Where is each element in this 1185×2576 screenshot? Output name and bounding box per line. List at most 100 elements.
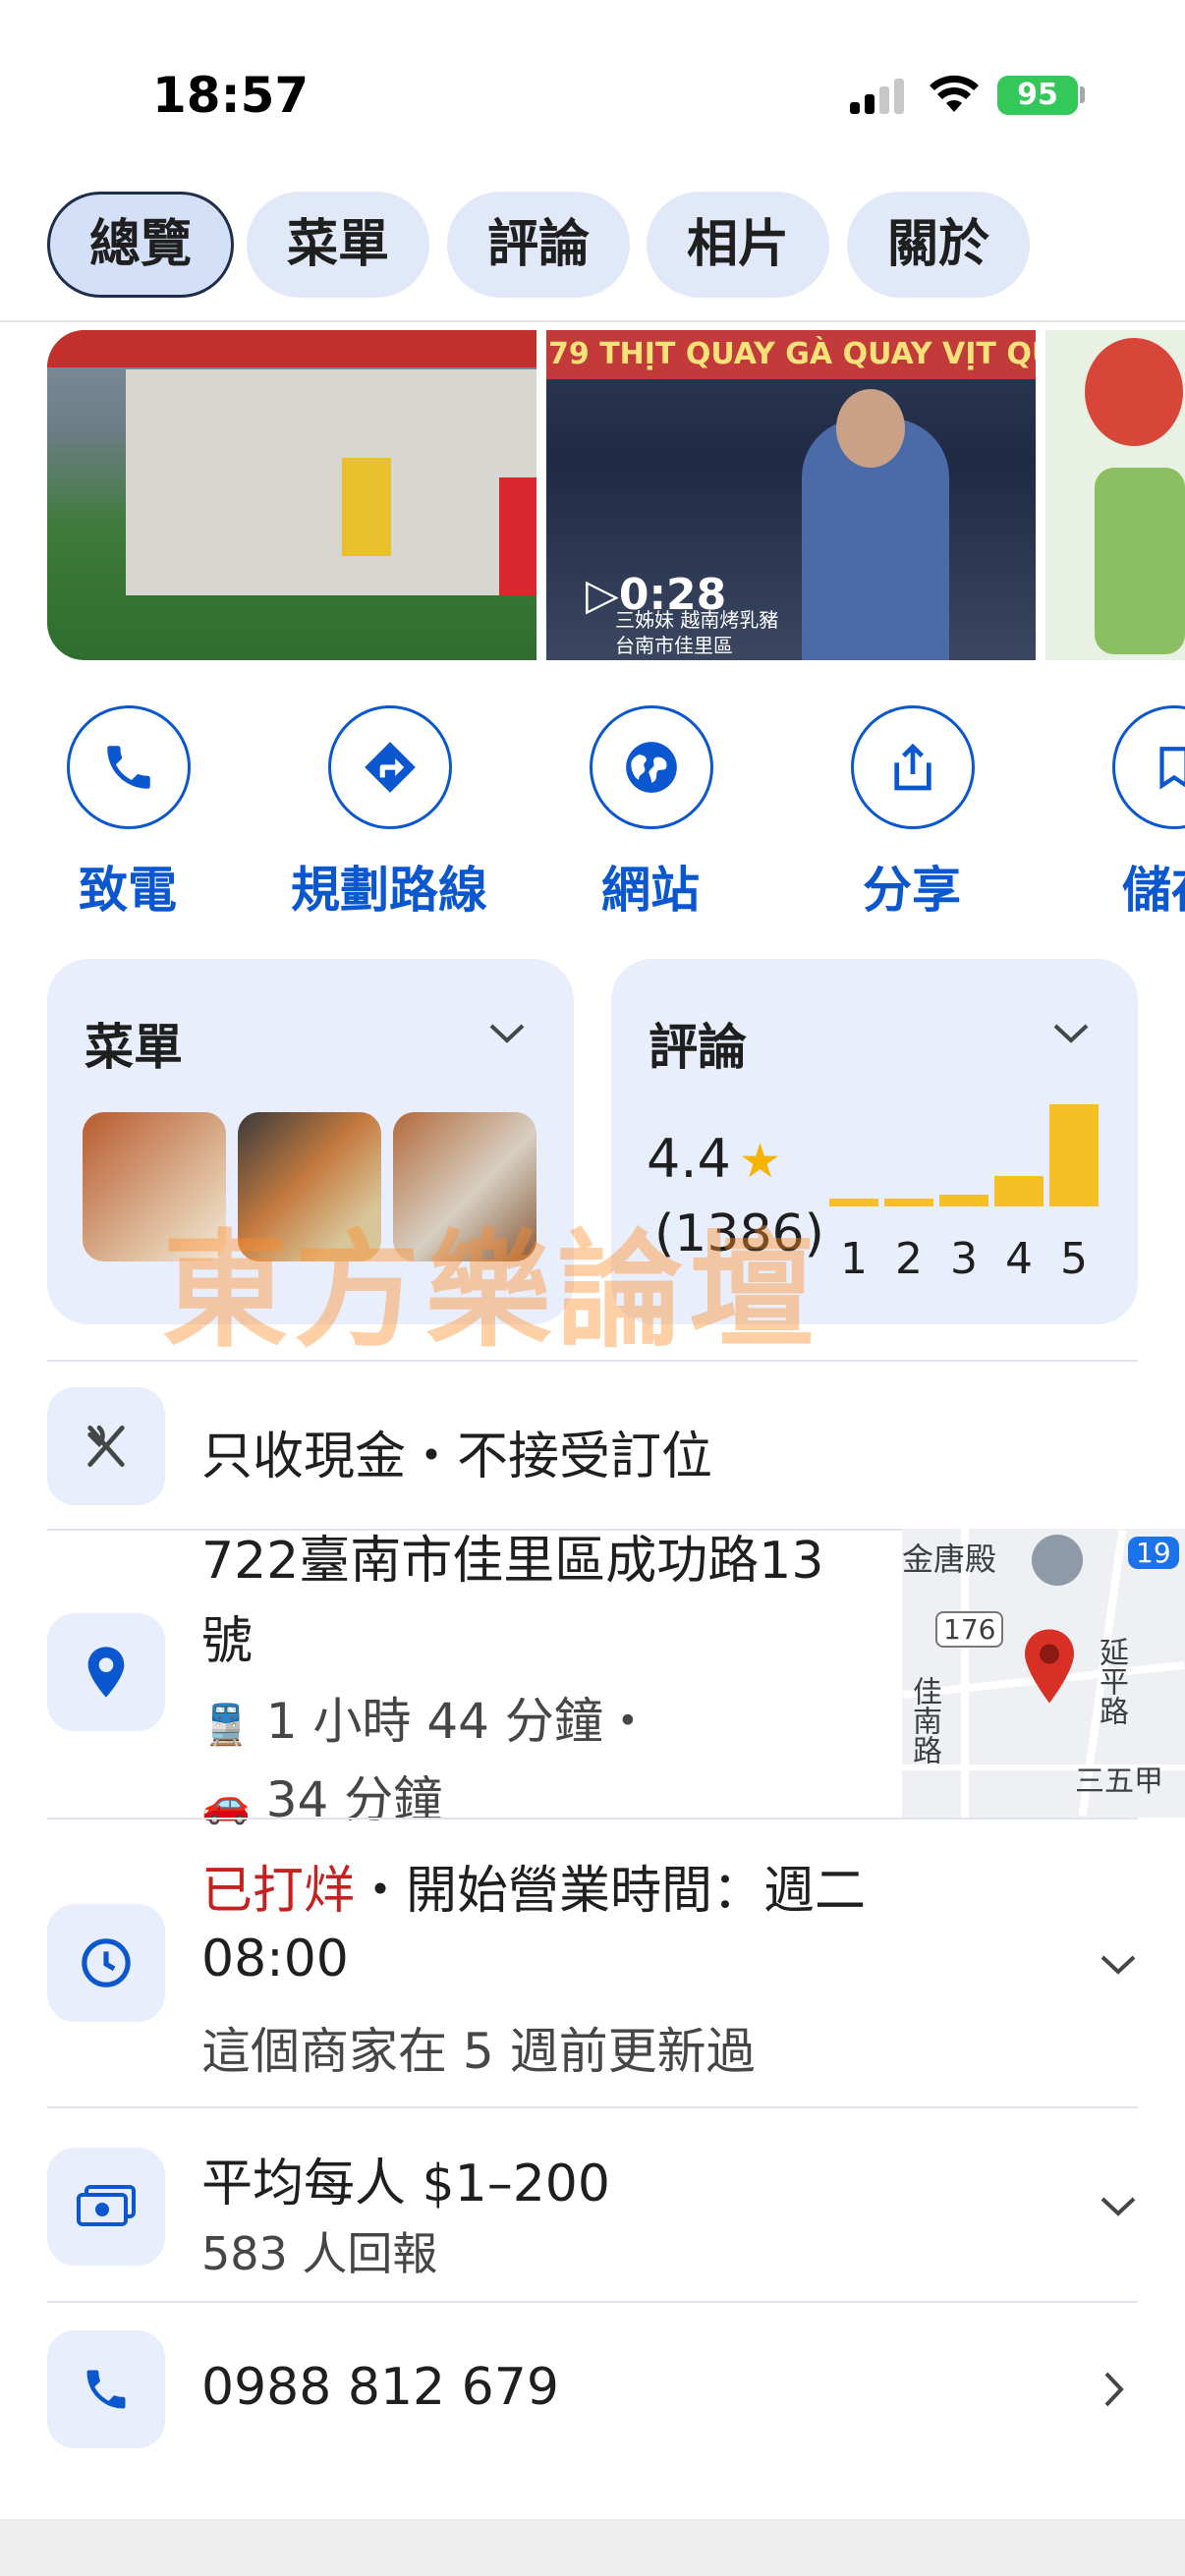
- chevron-down-icon[interactable]: [487, 1022, 527, 1045]
- chevron-right-icon[interactable]: [1102, 2370, 1126, 2409]
- share-label: 分享: [863, 862, 961, 919]
- transit-time: 🚆 1 小時 44 分鐘・: [201, 1682, 652, 1753]
- hours-next-open: ・開始營業時間：週二: [355, 1862, 867, 1921]
- train-icon: 🚆: [201, 1703, 251, 1748]
- hours-status-line[interactable]: 已打烊・開始營業時間：週二: [201, 1849, 866, 1923]
- storefront-photo[interactable]: [47, 330, 536, 660]
- red-sign: [499, 477, 536, 595]
- tab-reviews[interactable]: 評論: [447, 192, 630, 298]
- save-label: 儲存: [1122, 862, 1185, 919]
- transit-duration: 1 小時 44 分鐘・: [265, 1693, 652, 1750]
- drive-time: 🚗 34 分鐘: [201, 1761, 442, 1831]
- rating-bar-3: [939, 1195, 988, 1206]
- video-caption-line2: 台南市佳里區: [615, 634, 733, 657]
- phone-icon: [47, 2330, 165, 2448]
- battery-icon: 95: [997, 76, 1078, 115]
- cucumber-slices: [1095, 468, 1185, 654]
- globe-icon: [590, 705, 713, 829]
- website-button[interactable]: 網站: [552, 705, 749, 922]
- phone-number[interactable]: 0988 812 679: [201, 2358, 559, 2417]
- bottom-separator: [0, 2519, 1185, 2576]
- directions-button[interactable]: 規劃路線: [291, 705, 487, 922]
- hours-time: 08:00: [201, 1930, 349, 1988]
- directions-label: 規劃路線: [291, 862, 487, 919]
- clock-icon: [47, 1904, 165, 2022]
- car-icon: 🚗: [201, 1781, 251, 1826]
- rating-label-3: 3: [950, 1234, 978, 1284]
- status-time: 18:57: [152, 67, 310, 124]
- tab-bar: 總覽 菜單 評論 相片 關於: [47, 192, 1185, 300]
- temple-icon: [1032, 1535, 1083, 1586]
- share-button[interactable]: 分享: [814, 705, 1010, 922]
- divider: [47, 1818, 1138, 1820]
- address-line1[interactable]: 722臺南市佳里區成功路13: [201, 1519, 823, 1593]
- video-caption: 三姊妹 越南烤乳豬 台南市佳里區: [615, 607, 778, 658]
- website-label: 網站: [601, 862, 700, 919]
- divider: [47, 2301, 1138, 2303]
- video-caption-line1: 三姊妹 越南烤乳豬: [615, 608, 779, 632]
- rating-label-4: 4: [1005, 1234, 1033, 1284]
- address-line2[interactable]: 號: [201, 1599, 253, 1673]
- video-thumbnail[interactable]: 79 THỊT QUAY GÀ QUAY VỊT QUA ▷0:28 三姊妹 越…: [546, 330, 1036, 660]
- yellow-sign: [342, 458, 391, 556]
- location-pin-icon: [47, 1613, 165, 1731]
- rating-label-2: 2: [895, 1234, 923, 1284]
- divider: [47, 1360, 1138, 1362]
- chevron-down-icon[interactable]: [1099, 2195, 1138, 2218]
- map-label-route: 176: [935, 1611, 1004, 1648]
- price-range: 平均每人 $1–200: [201, 2155, 610, 2213]
- tab-about[interactable]: 關於: [847, 192, 1030, 298]
- map-label-road2: 佳南路: [907, 1676, 941, 1764]
- photo-carousel[interactable]: 79 THỊT QUAY GÀ QUAY VỊT QUA ▷0:28 三姊妹 越…: [47, 330, 1185, 660]
- status-bar: 18:57 95: [0, 0, 1185, 167]
- save-button[interactable]: 儲存: [1075, 705, 1185, 922]
- star-icon: ★: [739, 1134, 782, 1189]
- call-button[interactable]: 致電: [29, 705, 226, 922]
- directions-icon: [328, 705, 452, 829]
- tab-menu[interactable]: 菜單: [247, 192, 429, 298]
- awning: [47, 330, 536, 367]
- map-label-temple: 金唐殿: [902, 1540, 997, 1578]
- hours-update: 這個商家在 5 週前更新過: [201, 2023, 756, 2080]
- chevron-down-icon[interactable]: [1099, 1953, 1138, 1977]
- map-thumbnail[interactable]: 金唐殿 19 176 延平路 佳南路 三五甲: [902, 1529, 1185, 1818]
- divider: [47, 2106, 1138, 2108]
- food-photo[interactable]: [1045, 330, 1185, 660]
- map-label-road1: 延平路: [1094, 1637, 1128, 1725]
- map-label-area: 三五甲: [1075, 1764, 1163, 1799]
- cellular-signal-icon: [850, 77, 905, 114]
- tabs-divider: [0, 320, 1185, 322]
- tab-overview[interactable]: 總覽: [47, 192, 234, 298]
- restaurant-icon: [47, 1387, 165, 1505]
- phone-icon: [67, 705, 191, 829]
- rating-bar-4: [994, 1176, 1044, 1206]
- rating-bar-5: [1049, 1104, 1099, 1206]
- share-icon: [851, 705, 975, 829]
- money-icon: [47, 2148, 165, 2266]
- wifi-icon: [930, 75, 979, 112]
- chevron-down-icon[interactable]: [1051, 1022, 1091, 1045]
- map-label-highway: 19: [1128, 1537, 1179, 1569]
- map-pin-icon: [1025, 1629, 1074, 1704]
- action-buttons: 致電 規劃路線 網站 分享 儲存: [0, 705, 1185, 922]
- drive-duration: 34 分鐘: [265, 1771, 443, 1828]
- rating-value: 4.4: [647, 1128, 731, 1190]
- price-reports: 583 人回報: [201, 2227, 438, 2280]
- watermark: 東方樂論壇: [162, 1217, 821, 1365]
- rating-distribution: [829, 1104, 1104, 1206]
- food-stall: [126, 369, 536, 595]
- reviews-card-title: 評論: [649, 1019, 747, 1076]
- rating-bar-2: [884, 1199, 933, 1206]
- menu-card-title: 菜單: [85, 1019, 183, 1076]
- service-options: 只收現金・不接受訂位: [201, 1428, 713, 1486]
- play-icon: ▷: [586, 570, 619, 620]
- call-label: 致電: [79, 862, 177, 919]
- battery-nub: [1080, 86, 1085, 103]
- video-banner: 79 THỊT QUAY GÀ QUAY VỊT QUA: [546, 330, 1036, 379]
- sauce-bowl: [1085, 338, 1183, 446]
- rating-label-5: 5: [1060, 1234, 1088, 1284]
- rating-bar-1: [829, 1199, 878, 1206]
- hours-status: 已打烊: [201, 1862, 356, 1921]
- tab-photos[interactable]: 相片: [647, 192, 829, 298]
- person-head: [836, 389, 905, 468]
